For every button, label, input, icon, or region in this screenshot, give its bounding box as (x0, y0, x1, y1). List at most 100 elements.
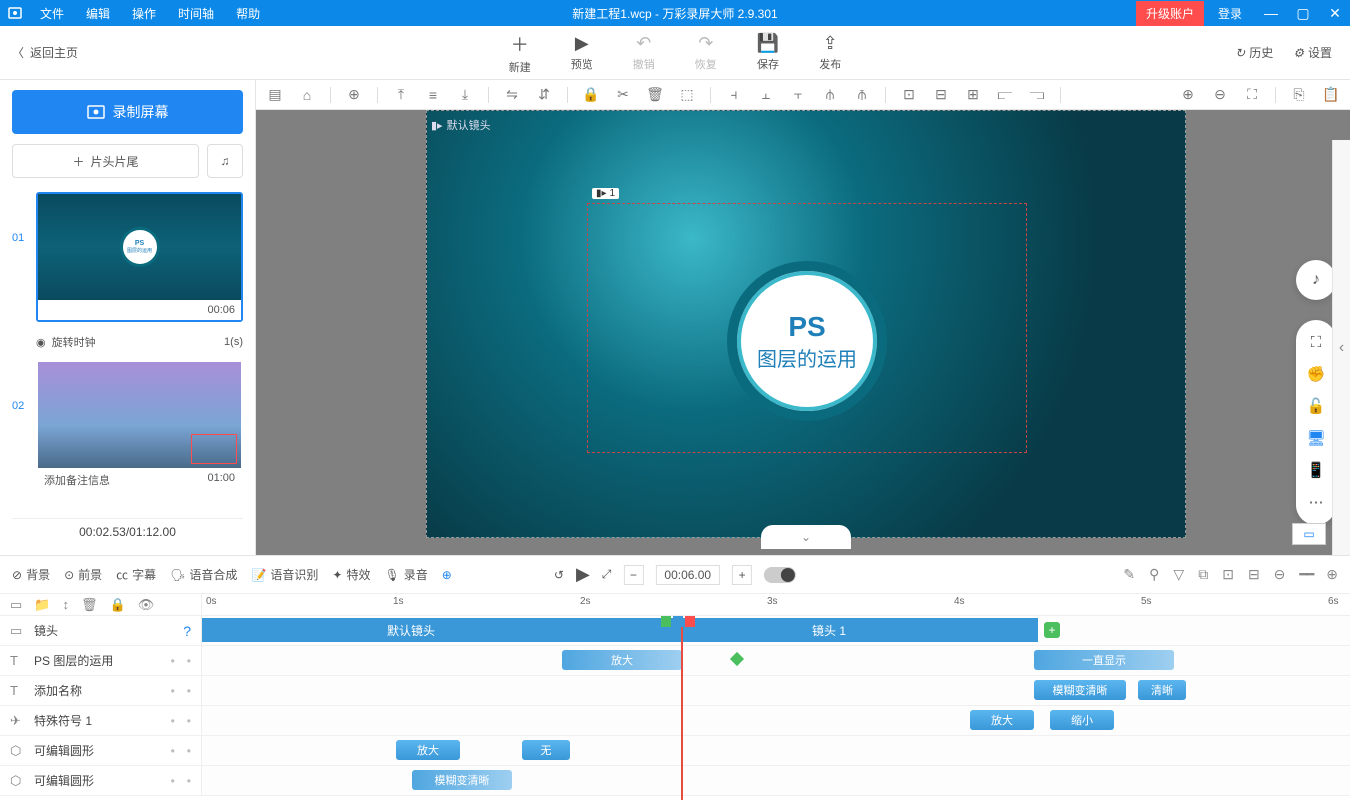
music-button[interactable]: ♫ (207, 144, 243, 178)
tab-background[interactable]: ⊘背景 (12, 566, 50, 583)
save-button[interactable]: 💾保存 (757, 33, 779, 72)
tab-subtitle[interactable]: ㏄字幕 (116, 566, 156, 583)
menu-file[interactable]: 文件 (30, 1, 74, 26)
clip[interactable]: 一直显示 (1034, 650, 1174, 670)
hand-icon[interactable]: ✊ (1307, 365, 1326, 383)
titles-button[interactable]: ＋片头片尾 (12, 144, 199, 178)
record-screen-button[interactable]: 录制屏幕 (12, 90, 243, 134)
home-icon[interactable]: ⌂ (298, 87, 316, 103)
expand-handle[interactable]: ⌄ (761, 525, 851, 549)
track-dot[interactable]: • (187, 744, 191, 758)
publish-button[interactable]: ⇪发布 (819, 33, 841, 72)
tab-asr[interactable]: 📝语音识别 (251, 566, 318, 583)
unlock-icon[interactable]: 🔓 (1307, 397, 1326, 415)
clip[interactable]: 无 (522, 740, 570, 760)
maximize-icon[interactable]: ▢ (1288, 0, 1318, 26)
zoom-in2-icon[interactable]: ⊕ (1326, 566, 1338, 583)
track-lane[interactable]: 模糊变清晰清晰 (202, 676, 1350, 705)
track-dot[interactable]: • (171, 714, 175, 728)
stage[interactable]: ▮▸ 默认镜头 ▮▸ 1 PS 图层的运用 ⌄ (426, 110, 1186, 538)
clip[interactable]: 模糊变清晰 (1034, 680, 1126, 700)
track-label[interactable]: T添加名称•• (0, 676, 202, 705)
track-label[interactable]: TPS 图层的运用•• (0, 646, 202, 675)
filter-icon[interactable]: ⚲ (1149, 566, 1159, 583)
current-time[interactable]: 00:06.00 (655, 565, 720, 585)
mobile-icon[interactable]: 📱 (1307, 461, 1326, 479)
zoom-out2-icon[interactable]: ⊖ (1274, 566, 1286, 583)
rect-tool-icon[interactable]: ⊡ (1222, 566, 1234, 583)
track-lane[interactable]: 放大一直显示 (202, 646, 1350, 675)
more-tabs-icon[interactable]: ⊕ (442, 568, 452, 582)
music-float-button[interactable]: ♪ (1296, 260, 1336, 300)
align-bottom-icon[interactable]: ⤓ (456, 86, 474, 103)
settings-button[interactable]: ⚙设置 (1293, 44, 1332, 61)
track-dot[interactable]: • (171, 744, 175, 758)
dist-h-icon[interactable]: ⫛ (821, 86, 839, 103)
cut-icon[interactable]: ✂ (614, 86, 632, 103)
tab-tts[interactable]: 🗣语音合成 (170, 566, 237, 583)
trash-icon[interactable]: 🗑 (646, 86, 664, 103)
close-icon[interactable]: ✕ (1320, 0, 1350, 26)
clip[interactable]: 缩小 (1050, 710, 1114, 730)
redo-button[interactable]: ↷恢复 (695, 33, 717, 72)
track-lane[interactable]: 模糊变清晰 (202, 766, 1350, 795)
undo-button[interactable]: ↶撤销 (633, 33, 655, 72)
lock-icon[interactable]: 🔒 (582, 86, 600, 103)
menu-action[interactable]: 操作 (122, 1, 166, 26)
track-dot[interactable]: • (187, 714, 191, 728)
snap-icon[interactable]: ▤ (266, 86, 284, 103)
copy-icon[interactable]: ⎘ (1290, 86, 1308, 103)
menu-help[interactable]: 帮助 (226, 1, 270, 26)
align-top-icon[interactable]: ⤒ (392, 86, 410, 103)
keyframe-icon[interactable] (730, 652, 744, 666)
zoom-in-icon[interactable]: ⊕ (1179, 86, 1197, 103)
play-button[interactable]: ▶ (576, 564, 590, 585)
scene-1[interactable]: 01 PS图层的运用 00:06 (12, 192, 243, 322)
history-button[interactable]: ↻历史 (1235, 44, 1273, 61)
track-lane[interactable]: 放大缩小 (202, 706, 1350, 735)
flip-v-icon[interactable]: ⇵ (535, 86, 553, 103)
zoom-out-icon[interactable]: ⊖ (1211, 86, 1229, 103)
clip[interactable]: 清晰 (1138, 680, 1186, 700)
align-left-icon[interactable]: ⫞ (725, 86, 743, 103)
desktop-icon[interactable]: 🖥 (1306, 429, 1325, 447)
shot-clip[interactable]: 默认镜头 (202, 618, 620, 642)
transition-row[interactable]: ◉ 旋转时钟 1(s) (12, 330, 243, 360)
tool-b-icon[interactable]: ⊟ (932, 86, 950, 103)
track-dot[interactable]: • (187, 774, 191, 788)
tab-foreground[interactable]: ⊙前景 (64, 566, 102, 583)
paste-icon[interactable]: 📋 (1322, 86, 1340, 103)
time-minus[interactable]: − (623, 565, 643, 585)
track-label[interactable]: ▭镜头? (0, 616, 202, 645)
time-plus[interactable]: + (732, 565, 752, 585)
zoom-fit-icon[interactable]: ⛶ (1243, 86, 1261, 103)
lock-track-icon[interactable]: 🔒 (110, 597, 126, 613)
add-shot-button[interactable]: + (1044, 622, 1060, 638)
new-track-icon[interactable]: ▭ (10, 597, 22, 613)
menu-edit[interactable]: 编辑 (76, 1, 120, 26)
content-badge[interactable]: PS 图层的运用 (727, 261, 887, 421)
back-chevron-icon[interactable]: 〈 (12, 44, 24, 61)
tool-a-icon[interactable]: ⊡ (900, 86, 918, 103)
clip[interactable]: 模糊变清晰 (412, 770, 512, 790)
align-middle-icon[interactable]: ≡ (424, 87, 442, 103)
visibility-icon[interactable]: 👁 (138, 597, 155, 613)
track-dot[interactable]: • (187, 654, 191, 668)
loop-toggle[interactable] (764, 567, 796, 583)
back-home[interactable]: 返回主页 (30, 44, 78, 61)
delete-track-icon[interactable]: 🗑 (81, 597, 98, 613)
track-dot[interactable]: • (187, 684, 191, 698)
right-expand[interactable]: ‹ (1332, 140, 1350, 555)
track-lane[interactable]: 默认镜头镜头 1+ (202, 616, 1350, 645)
scene-2[interactable]: 02 添加备注信息 01:00 (12, 360, 243, 494)
track-label[interactable]: ⬡可编辑圆形•• (0, 766, 202, 795)
clip[interactable]: 放大 (970, 710, 1034, 730)
dist-v-icon[interactable]: ⫚ (853, 86, 871, 103)
fullscreen-icon[interactable]: ⛶ (1311, 334, 1322, 351)
playhead[interactable] (681, 616, 683, 800)
upgrade-button[interactable]: 升级账户 (1136, 1, 1204, 26)
help-icon[interactable]: ? (183, 623, 191, 639)
tool-e-icon[interactable]: ⫎ (1028, 86, 1046, 103)
sort-icon[interactable]: ↕ (62, 597, 69, 612)
menu-timeline[interactable]: 时间轴 (168, 1, 224, 26)
